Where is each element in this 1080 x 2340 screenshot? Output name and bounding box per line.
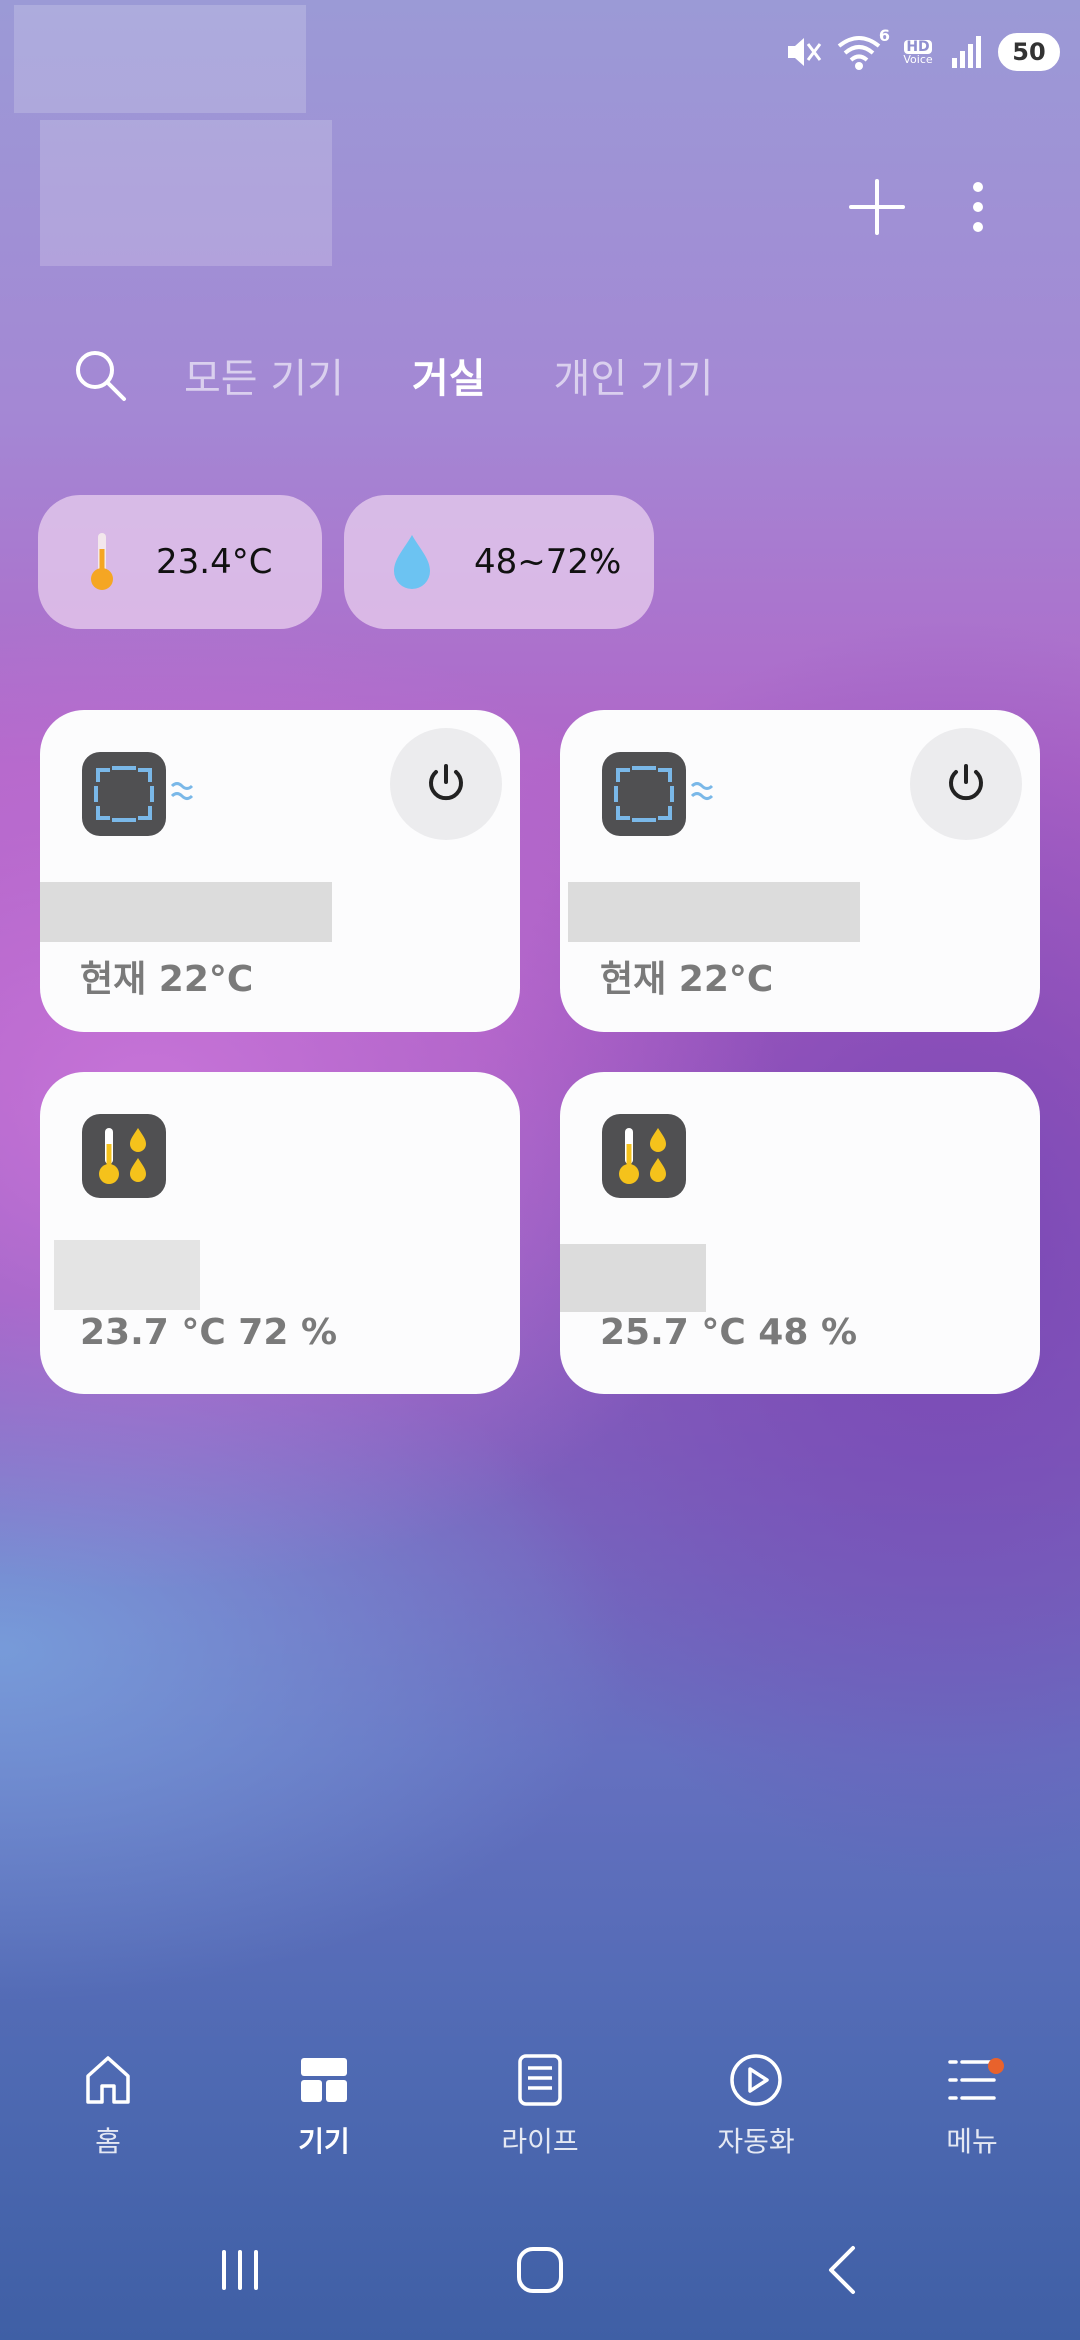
bottom-navigation: 홈 기기 라이프 자동화 메뉴 (0, 2050, 1080, 2200)
plus-icon (849, 179, 905, 235)
home-icon (86, 2056, 130, 2104)
nav-home[interactable]: 홈 (0, 2050, 216, 2200)
devices-icon (301, 2058, 347, 2102)
nav-label: 자동화 (717, 2125, 795, 2158)
device-status: 현재 22°C (80, 959, 254, 1000)
tab-living-room[interactable]: 거실 (412, 346, 486, 404)
power-button[interactable] (390, 728, 502, 840)
device-name-redacted (54, 1240, 200, 1310)
battery-indicator: 50 (998, 33, 1060, 71)
nav-label: 라이프 (501, 2125, 579, 2158)
airflow-icon (690, 782, 714, 800)
nav-label: 기기 (298, 2125, 350, 2158)
add-button[interactable] (845, 175, 909, 239)
signal-icon (952, 36, 981, 68)
device-name-redacted (568, 882, 860, 942)
recent-apps-button[interactable] (210, 2240, 270, 2300)
device-status: 25.7 °C 48 % (600, 1312, 858, 1353)
power-button[interactable] (910, 728, 1022, 840)
humidity-summary-chip[interactable]: 48~72% (344, 495, 654, 629)
back-button[interactable] (815, 2240, 875, 2300)
airflow-icon (170, 782, 194, 800)
device-card-thermohygrometer-2[interactable]: 25.7 °C 48 % (560, 1072, 1040, 1394)
power-icon (949, 764, 983, 801)
redacted-block (14, 5, 306, 113)
thermo-hygrometer-icon (602, 1114, 686, 1198)
air-conditioner-icon (82, 752, 166, 836)
device-name-redacted (560, 1244, 706, 1312)
status-icons: 6 HD Voice 50 (782, 26, 1060, 74)
home-system-button[interactable] (510, 2240, 570, 2300)
air-conditioner-icon (602, 752, 686, 836)
device-card-thermohygrometer-1[interactable]: 23.7 °C 72 % (40, 1072, 520, 1394)
humidity-value: 48~72% (474, 542, 622, 582)
room-tabs: 모든 기기 거실 개인 기기 (70, 340, 781, 410)
battery-level: 50 (1012, 38, 1046, 66)
water-drop-icon (394, 535, 430, 589)
hd-voice-icon: HD Voice (900, 34, 936, 70)
wifi-icon: 6 (836, 26, 890, 72)
thermometer-icon (91, 533, 113, 590)
life-icon (518, 2054, 562, 2106)
tab-all-devices[interactable]: 모든 기기 (184, 346, 344, 404)
notification-badge (988, 2058, 1004, 2074)
more-vertical-icon (973, 182, 983, 232)
recent-apps-icon (222, 2250, 258, 2290)
wifi-badge: 6 (878, 26, 890, 45)
device-status: 23.7 °C 72 % (80, 1312, 338, 1353)
nav-life[interactable]: 라이프 (432, 2050, 648, 2200)
device-card-aircon-2[interactable]: 현재 22°C (560, 710, 1040, 1032)
device-status: 현재 22°C (600, 959, 774, 1000)
back-icon (829, 2246, 855, 2294)
home-circle-icon (517, 2247, 563, 2293)
thermo-hygrometer-icon (82, 1114, 166, 1198)
temperature-value: 23.4°C (156, 542, 273, 582)
search-button[interactable] (70, 345, 130, 405)
nav-devices[interactable]: 기기 (216, 2050, 432, 2200)
nav-label: 메뉴 (946, 2125, 998, 2158)
nav-menu[interactable]: 메뉴 (864, 2050, 1080, 2200)
location-title-redacted[interactable] (40, 120, 332, 266)
automation-icon (730, 2054, 782, 2106)
hd-label: HD (904, 38, 932, 55)
device-name-redacted (40, 882, 332, 942)
temperature-summary-chip[interactable]: 23.4°C (38, 495, 322, 629)
mute-icon (788, 38, 822, 66)
voice-label: Voice (903, 52, 933, 66)
more-options-button[interactable] (956, 175, 1000, 239)
nav-label: 홈 (95, 2125, 121, 2158)
power-icon (429, 764, 463, 801)
nav-automation[interactable]: 자동화 (648, 2050, 864, 2200)
tab-personal-devices[interactable]: 개인 기기 (554, 346, 714, 404)
search-icon (76, 351, 126, 401)
system-navigation-bar (0, 2230, 1080, 2310)
device-card-aircon-1[interactable]: 현재 22°C (40, 710, 520, 1032)
